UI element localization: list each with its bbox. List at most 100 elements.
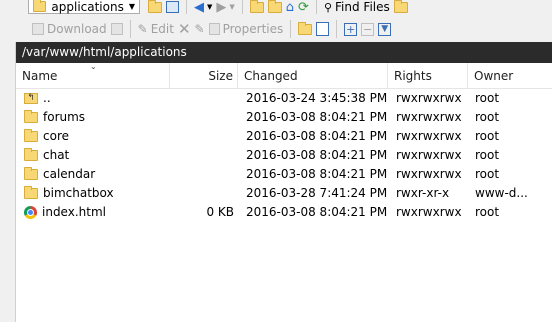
- download-button[interactable]: Download: [30, 19, 109, 39]
- edit-icon: ✎: [137, 22, 148, 36]
- file-name: bimchatbox: [43, 186, 114, 200]
- root-directory-button[interactable]: [266, 0, 284, 14]
- deselect-button[interactable]: −: [359, 19, 376, 39]
- file-name: core: [43, 129, 69, 143]
- parent-folder-icon: ↰: [24, 93, 38, 104]
- file-name-cell: ↰..: [24, 89, 176, 108]
- back-button[interactable]: ◀ ▼: [192, 0, 214, 14]
- column-header-size[interactable]: Size: [170, 63, 238, 89]
- rename-icon: ✎: [194, 22, 205, 36]
- download-icon: [32, 23, 44, 35]
- filter-selection-button[interactable]: ▼: [376, 19, 393, 39]
- file-owner: root: [475, 110, 500, 124]
- refresh-button[interactable]: ⟳: [296, 0, 311, 14]
- new-file-button[interactable]: [314, 19, 331, 39]
- file-name: chat: [43, 148, 70, 162]
- find-files-label: Find Files: [335, 0, 390, 14]
- home-icon: ⌂: [285, 0, 295, 14]
- find-files-button[interactable]: ⚲ Find Files: [322, 0, 392, 14]
- sort-indicator-icon: ⌄: [90, 62, 97, 71]
- file-name-cell: core: [24, 127, 176, 146]
- filter-icon: ▼: [378, 22, 392, 36]
- chrome-icon: [24, 206, 37, 219]
- file-changed: 2016-03-08 8:04:21 PM: [246, 205, 388, 219]
- refresh-icon: ⟳: [298, 0, 309, 14]
- folder-icon: [33, 0, 47, 12]
- forward-button[interactable]: ▶ ▼: [214, 0, 236, 14]
- column-header-name[interactable]: ⌄ Name: [16, 62, 170, 89]
- current-path: /var/www/html/applications: [22, 45, 187, 59]
- folder-icon: [24, 186, 38, 199]
- properties-button[interactable]: Properties: [207, 19, 286, 39]
- column-rights-label: Rights: [394, 69, 432, 83]
- file-owner: root: [475, 91, 500, 105]
- folder-icon: [24, 129, 38, 142]
- new-file-icon: [316, 22, 330, 36]
- home-button[interactable]: ⌂: [284, 0, 296, 14]
- rename-button[interactable]: ✎: [193, 19, 207, 39]
- open-folder-button[interactable]: [146, 0, 164, 14]
- table-row[interactable]: ↰.. 2016-03-24 3:45:38 PM rwxrwxrwx root: [16, 89, 552, 108]
- file-name-cell: chat: [24, 146, 176, 165]
- file-rights: rwxrwxrwx: [396, 148, 462, 162]
- download-options-icon: [110, 23, 123, 35]
- table-row[interactable]: calendar 2016-03-08 8:04:21 PM rwxrwxrwx ro…: [16, 165, 552, 184]
- table-row[interactable]: index.html 0 KB 2016-03-08 8:04:21 PM rwxrw…: [16, 203, 552, 222]
- edit-label: Edit: [150, 22, 174, 36]
- column-header-owner[interactable]: Owner: [468, 63, 552, 89]
- file-owner: root: [475, 129, 500, 143]
- new-folder-icon: [298, 21, 313, 35]
- table-row[interactable]: bimchatbox 2016-03-28 7:41:24 PM rwxr-xr-x…: [16, 184, 552, 203]
- column-header-rights[interactable]: Rights: [388, 63, 468, 89]
- file-owner: root: [475, 148, 500, 162]
- column-size-label: Size: [208, 69, 233, 83]
- chevron-down-icon: ▼: [128, 2, 135, 11]
- file-name-cell: index.html: [24, 203, 176, 222]
- file-size: [176, 146, 234, 165]
- toolbar-separator: [315, 0, 317, 14]
- download-options-button[interactable]: [109, 19, 125, 39]
- sync-browse-button[interactable]: [392, 0, 410, 14]
- file-rights: rwxrwxrwx: [396, 167, 462, 181]
- properties-icon: [208, 23, 220, 35]
- file-name: calendar: [43, 167, 96, 181]
- column-owner-label: Owner: [474, 69, 514, 83]
- properties-label: Properties: [222, 22, 284, 36]
- file-rights: rwxrwxrwx: [396, 129, 462, 143]
- file-rights: rwxrwxrwx: [396, 110, 462, 124]
- file-name: ..: [43, 91, 51, 105]
- folder-icon: [24, 110, 38, 123]
- sync-browse-icon: [393, 0, 408, 13]
- column-changed-label: Changed: [244, 69, 298, 83]
- table-row[interactable]: chat 2016-03-08 8:04:21 PM rwxrwxrwx root: [16, 146, 552, 165]
- file-changed: 2016-03-24 3:45:38 PM: [246, 91, 388, 105]
- toolbar-separator: [186, 0, 187, 14]
- chevron-down-icon: ▼: [207, 3, 213, 11]
- file-name: index.html: [42, 205, 106, 219]
- delete-button[interactable]: ✕: [176, 19, 193, 39]
- parent-directory-button[interactable]: [248, 0, 266, 14]
- column-name-label: Name: [22, 69, 58, 83]
- file-name-cell: bimchatbox: [24, 184, 176, 203]
- left-panel-edge: [0, 42, 16, 322]
- root-directory-icon: [267, 0, 282, 13]
- file-size: [176, 108, 234, 127]
- location-dropdown[interactable]: applications ▼: [28, 0, 140, 14]
- back-arrow-icon: ◀: [194, 0, 204, 14]
- table-row[interactable]: core 2016-03-08 8:04:21 PM rwxrwxrwx root: [16, 127, 552, 146]
- column-header-changed[interactable]: Changed: [238, 63, 388, 89]
- file-list[interactable]: ⌄ Name Size Changed Rights Owner ↰.. 2016…: [16, 62, 552, 322]
- file-list-header: ⌄ Name Size Changed Rights Owner: [16, 62, 552, 89]
- new-folder-button[interactable]: [296, 19, 314, 39]
- select-all-button[interactable]: +: [342, 19, 359, 39]
- file-changed: 2016-03-08 8:04:21 PM: [246, 129, 388, 143]
- file-changed: 2016-03-08 8:04:21 PM: [246, 148, 388, 162]
- parent-directory-icon: [249, 0, 264, 13]
- file-size: [176, 127, 234, 146]
- filter-button[interactable]: [164, 0, 181, 14]
- table-row[interactable]: forums 2016-03-08 8:04:21 PM rwxrwxrwx root: [16, 108, 552, 127]
- plus-icon: +: [344, 22, 358, 36]
- file-rights: rwxr-xr-x: [396, 186, 450, 200]
- top-toolbar: applications ▼ ◀ ▼ ▶ ▼ ⌂ ⟳ ⚲ Find Files: [0, 0, 552, 14]
- edit-button[interactable]: ✎ Edit: [136, 19, 176, 39]
